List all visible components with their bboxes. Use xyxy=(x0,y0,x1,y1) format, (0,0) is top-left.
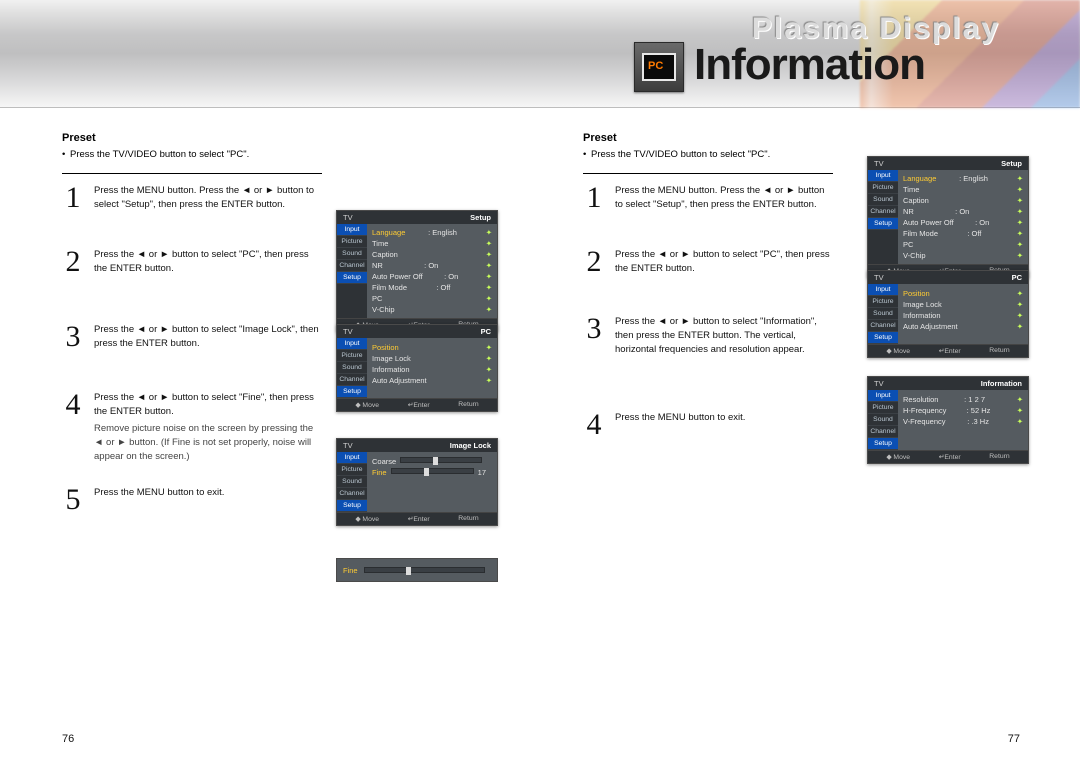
osd-sidebar: InputPictureSoundChannelSetup xyxy=(868,390,898,450)
step-text: Press the ◄ or ► button to select "PC", … xyxy=(94,248,322,276)
osd-setup-menu: TVSetup InputPictureSoundChannelSetup La… xyxy=(867,156,1029,278)
step-text: Press the ◄ or ► button to select "Infor… xyxy=(615,315,833,356)
left-step-4: 4 Press the ◄ or ► button to select "Fin… xyxy=(62,391,322,464)
left-bullet: Press the TV/VIDEO button to select "PC"… xyxy=(62,148,322,161)
step-text: Press the ◄ or ► button to select "Fine"… xyxy=(94,391,322,464)
divider xyxy=(583,173,833,174)
right-step-3: 3 Press the ◄ or ► button to select "Inf… xyxy=(583,315,833,356)
osd-pc-menu: TVPC InputPictureSoundChannelSetup Posit… xyxy=(336,324,498,412)
osd-imagelock-menu: TVImage Lock InputPictureSoundChannelSet… xyxy=(336,438,498,526)
page-number-right: 77 xyxy=(1008,733,1020,745)
step-number: 1 xyxy=(583,184,605,212)
pc-badge-icon xyxy=(634,42,684,92)
step-text: Press the ◄ or ► button to select "PC", … xyxy=(615,248,833,276)
left-heading: Preset xyxy=(62,132,322,144)
right-heading: Preset xyxy=(583,132,833,144)
step-text: Press the MENU button. Press the ◄ or ► … xyxy=(94,184,322,212)
osd-setup-menu: TVSetup InputPictureSoundChannelSetup La… xyxy=(336,210,498,332)
step-number: 4 xyxy=(583,411,605,438)
step-number: 2 xyxy=(62,248,84,276)
step-subtext: Remove picture noise on the screen by pr… xyxy=(94,422,322,463)
section-title: Information xyxy=(694,40,925,90)
step-text: Press the MENU button to exit. xyxy=(615,411,833,438)
step-number: 3 xyxy=(583,315,605,356)
right-bullet: Press the TV/VIDEO button to select "PC"… xyxy=(583,148,833,161)
left-step-3: 3 Press the ◄ or ► button to select "Ima… xyxy=(62,323,322,351)
osd-sidebar: InputPictureSoundChannelSetup xyxy=(868,284,898,344)
page-left: Preset Press the TV/VIDEO button to sele… xyxy=(0,108,541,763)
osd-information-panel: TVInformation InputPictureSoundChannelSe… xyxy=(867,376,1029,464)
step-text: Press the ◄ or ► button to select "Image… xyxy=(94,323,322,351)
left-step-5: 5 Press the MENU button to exit. xyxy=(62,486,322,513)
step-number: 3 xyxy=(62,323,84,351)
osd-sidebar: InputPictureSoundChannelSetup xyxy=(868,170,898,264)
right-step-1: 1 Press the MENU button. Press the ◄ or … xyxy=(583,184,833,212)
step-text: Press the MENU button to exit. xyxy=(94,486,322,513)
step-text: Press the MENU button. Press the ◄ or ► … xyxy=(615,184,833,212)
step-number: 1 xyxy=(62,184,84,212)
left-step-1: 1 Press the MENU button. Press the ◄ or … xyxy=(62,184,322,212)
page-number-left: 76 xyxy=(62,733,74,745)
right-step-2: 2 Press the ◄ or ► button to select "PC"… xyxy=(583,248,833,276)
osd-fine-slider: Fine xyxy=(336,558,498,582)
osd-sidebar: InputPictureSoundChannelSetup xyxy=(337,224,367,318)
step-number: 5 xyxy=(62,486,84,513)
osd-sidebar: InputPictureSoundChannelSetup xyxy=(337,338,367,398)
osd-pc-menu: TVPC InputPictureSoundChannelSetup Posit… xyxy=(867,270,1029,358)
page-right: Preset Press the TV/VIDEO button to sele… xyxy=(541,108,1080,763)
left-step-2: 2 Press the ◄ or ► button to select "PC"… xyxy=(62,248,322,276)
step-number: 2 xyxy=(583,248,605,276)
divider xyxy=(62,173,322,174)
right-step-4: 4 Press the MENU button to exit. xyxy=(583,411,833,438)
header-band: Plasma Display Information xyxy=(0,0,1080,108)
osd-sidebar: InputPictureSoundChannelSetup xyxy=(337,452,367,512)
step-number: 4 xyxy=(62,391,84,464)
